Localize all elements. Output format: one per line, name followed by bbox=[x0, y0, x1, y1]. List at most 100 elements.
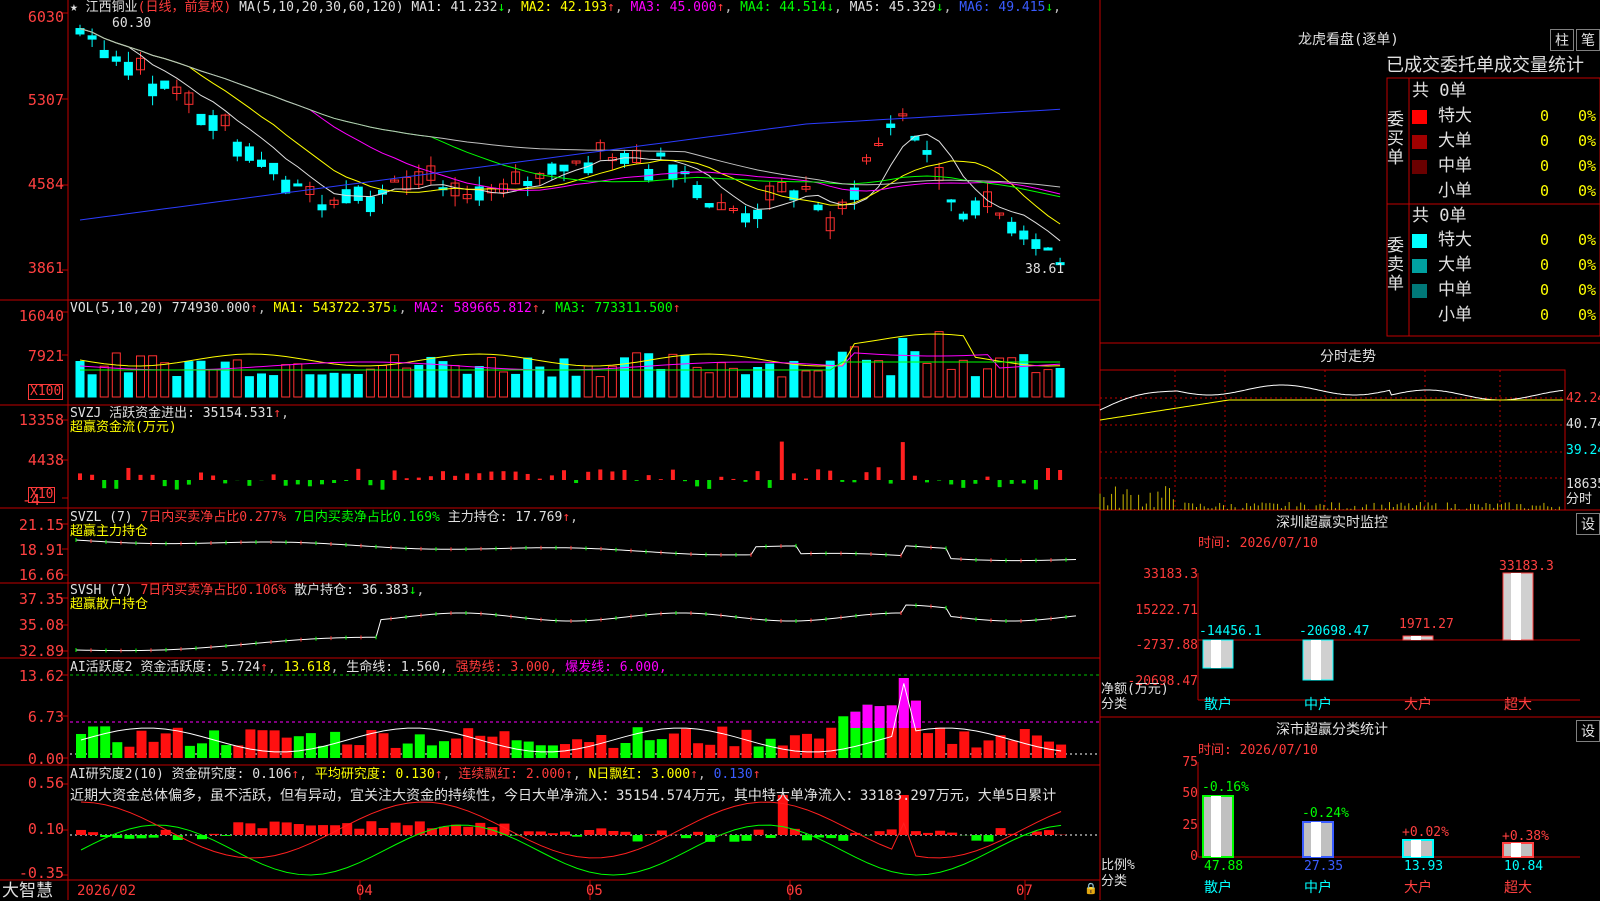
monitor-bar-label: 1971.27 bbox=[1399, 617, 1454, 633]
classify-change: +0.38% bbox=[1502, 829, 1549, 845]
research-bar bbox=[608, 831, 618, 835]
volume-bar bbox=[984, 369, 992, 397]
research-bar bbox=[1044, 830, 1054, 835]
fund-flow-bar bbox=[502, 471, 506, 480]
fund-flow-bar bbox=[344, 480, 348, 481]
classify-ratio: 10.84 bbox=[1504, 859, 1543, 875]
ai2-tick: 0.56 bbox=[0, 775, 64, 791]
research-bar bbox=[391, 823, 401, 835]
chart-mode[interactable]: (日线，前复权) bbox=[138, 0, 232, 15]
trading-terminal: ★ 江西铜业(日线，前复权) MA(5,10,20,30,60,120) MA1… bbox=[0, 0, 1600, 900]
chart-canvas[interactable] bbox=[0, 0, 1600, 900]
fund-flow-bar bbox=[550, 475, 554, 480]
volume-bar bbox=[500, 372, 508, 397]
order-percent: 0% bbox=[1578, 133, 1596, 149]
volume-bar bbox=[947, 369, 955, 397]
monitor-category: 大户 bbox=[1404, 697, 1432, 713]
vol-unit: X100 bbox=[28, 384, 63, 400]
price-tick: 5307 bbox=[0, 92, 64, 108]
candle-body bbox=[282, 180, 290, 193]
activity-bar bbox=[984, 740, 994, 758]
candle-body bbox=[88, 36, 96, 39]
fund-flow-bar bbox=[489, 472, 493, 480]
candle-body bbox=[754, 210, 762, 218]
intraday-tick: 40.74 bbox=[1566, 417, 1600, 433]
volume-bar bbox=[233, 360, 241, 397]
svsh-header: SVSH (7) 7日内买卖净占比0.106% 散户持仓: 36.383↓, bbox=[70, 584, 424, 598]
activity-bar bbox=[959, 731, 969, 758]
brand-logo[interactable]: 大智慧 bbox=[2, 882, 53, 900]
activity-bar bbox=[330, 732, 340, 758]
volume-bar bbox=[137, 356, 145, 397]
fund-flow-bar bbox=[199, 472, 203, 480]
activity-bar bbox=[463, 728, 473, 758]
volume-bar bbox=[161, 363, 169, 397]
classify-tick: 50 bbox=[1160, 786, 1198, 802]
fund-flow-bar bbox=[562, 470, 566, 480]
price-tick: 3861 bbox=[0, 260, 64, 276]
activity-bar bbox=[1056, 745, 1066, 758]
svzj-header: SVZJ 活跃资金进出: 35154.531↑, bbox=[70, 407, 289, 421]
candle-body bbox=[161, 81, 169, 88]
research-bar bbox=[911, 831, 921, 835]
tick-mode-button[interactable]: 笔 bbox=[1576, 29, 1600, 51]
volume-bar bbox=[729, 368, 737, 397]
candle-body bbox=[705, 204, 713, 207]
candle-body bbox=[693, 185, 701, 197]
volume-bar bbox=[366, 369, 374, 397]
candle-body bbox=[112, 57, 120, 61]
order-percent: 0% bbox=[1578, 307, 1596, 323]
activity-bar bbox=[294, 736, 304, 758]
activity-bar bbox=[524, 742, 534, 758]
volume-bar bbox=[633, 353, 641, 397]
bar-mode-button[interactable]: 柱 bbox=[1550, 29, 1574, 51]
svzj-tick: 13358 bbox=[0, 412, 64, 428]
classify-bar-shine bbox=[1311, 822, 1321, 857]
sell-orders-title: 委卖单 bbox=[1387, 237, 1405, 294]
volume-bar bbox=[911, 352, 919, 397]
activity-peak bbox=[887, 705, 897, 728]
activity-bar bbox=[161, 733, 171, 758]
fund-flow-bar bbox=[852, 480, 856, 482]
research-bar bbox=[766, 835, 776, 838]
volume-bar bbox=[536, 367, 544, 397]
fund-flow-bar bbox=[151, 475, 155, 480]
lock-icon[interactable]: 🔒 bbox=[1084, 882, 1098, 896]
activity-bar bbox=[137, 731, 147, 758]
legend-swatch bbox=[1412, 135, 1427, 149]
research-bar bbox=[887, 829, 897, 835]
activity-bar bbox=[633, 727, 643, 758]
fund-flow-bar bbox=[1046, 468, 1050, 480]
svsh-tick: 35.08 bbox=[0, 617, 64, 633]
candle-body bbox=[1020, 231, 1028, 239]
stock-name[interactable]: 江西铜业 bbox=[86, 0, 138, 15]
fund-flow-bar bbox=[925, 480, 929, 482]
monitor-settings-button[interactable]: 设 bbox=[1576, 513, 1600, 535]
research-bar bbox=[524, 831, 534, 835]
research-line bbox=[81, 802, 1061, 858]
research-bar bbox=[548, 833, 558, 835]
volume-bar bbox=[814, 371, 822, 397]
activity-bar bbox=[923, 733, 933, 758]
research-bar bbox=[149, 835, 159, 838]
activity-bar bbox=[403, 744, 413, 758]
candle-body bbox=[149, 84, 157, 96]
volume-bar bbox=[923, 363, 931, 397]
volume-bar bbox=[1020, 355, 1028, 397]
fund-flow-bar bbox=[877, 467, 881, 480]
legend-swatch bbox=[1412, 234, 1427, 248]
sell-total: 共 0单 bbox=[1412, 207, 1466, 226]
activity-bar bbox=[669, 734, 679, 758]
fund-flow-bar bbox=[961, 480, 965, 488]
classify-settings-button[interactable]: 设 bbox=[1576, 720, 1600, 742]
order-count: 0 bbox=[1540, 158, 1549, 174]
ma-values: MA1: 41.232↓, MA2: 42.193↑, MA3: 45.000↑… bbox=[411, 0, 1061, 15]
volume-bar bbox=[88, 375, 96, 397]
date-label: 2026/02 bbox=[77, 884, 136, 898]
volume-bar bbox=[572, 376, 580, 397]
svsh-tick: 37.35 bbox=[0, 591, 64, 607]
research-bar bbox=[221, 835, 231, 836]
classify-ratio: 47.88 bbox=[1204, 859, 1243, 875]
candle-body bbox=[887, 124, 895, 127]
fund-flow-bar bbox=[284, 480, 288, 486]
